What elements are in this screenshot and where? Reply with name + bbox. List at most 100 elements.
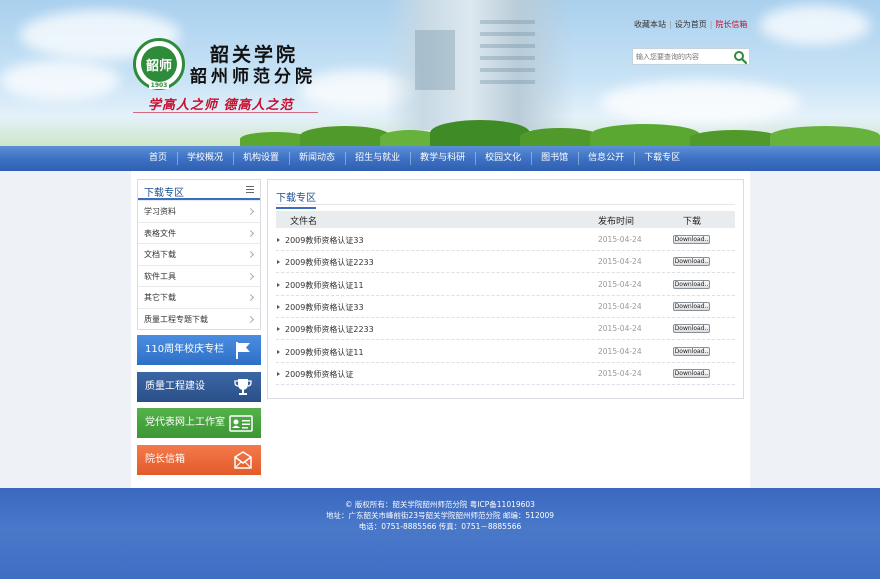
- sidebar: 下载专区 学习资料 表格文件 文档下载 软件工具 其它下载 质量工程专题下载: [137, 179, 261, 330]
- nav-item-library[interactable]: 图书馆: [531, 146, 578, 171]
- campus-building-image: [385, 0, 575, 130]
- branch-name: 韶州师范分院: [190, 67, 316, 87]
- motto-underline: [133, 112, 318, 113]
- download-button[interactable]: Download..: [673, 324, 710, 334]
- id-card-icon: [229, 415, 253, 432]
- site-footer: © 版权所有：韶关学院韶州师范分院 粤ICP备11019603 地址：广东韶关市…: [0, 488, 880, 579]
- president-mailbox-link[interactable]: 院长信箱: [712, 20, 750, 29]
- file-name-link[interactable]: 2009教师资格认证11: [285, 347, 364, 358]
- chevron-right-icon: [246, 315, 255, 323]
- party-rep-studio-banner[interactable]: 党代表网上工作室: [137, 408, 261, 438]
- bullet-icon: [277, 371, 280, 376]
- bullet-icon: [277, 304, 280, 309]
- banner-label: 110周年校庆专栏: [145, 344, 225, 355]
- top-links: 收藏本站 | 设为首页 | 院长信箱: [631, 19, 750, 30]
- sidebar-item-label: 表格文件: [144, 228, 176, 238]
- publish-date: 2015-04-24: [598, 368, 642, 378]
- file-name-link[interactable]: 2009教师资格认证: [285, 369, 353, 380]
- search-icon[interactable]: [733, 50, 747, 64]
- address-text: 地址：广东韶关市峰前街23号韶关学院韶州师范分院 邮编：512009: [325, 511, 555, 520]
- nav-item-download[interactable]: 下载专区: [634, 146, 690, 171]
- table-row: 2009教师资格认证33 2015-04-24 Download..: [276, 229, 735, 251]
- nav-item-about[interactable]: 学校概况: [177, 146, 233, 171]
- download-button[interactable]: Download..: [673, 235, 710, 244]
- bookmark-link[interactable]: 收藏本站: [631, 20, 669, 29]
- divider: [276, 204, 735, 205]
- download-button[interactable]: Download..: [673, 301, 710, 311]
- anniversary-banner[interactable]: 110周年校庆专栏: [137, 335, 261, 365]
- publish-date: 2015-04-24: [598, 257, 642, 267]
- sidebar-item-forms[interactable]: 表格文件: [138, 221, 260, 244]
- sidebar-item-label: 软件工具: [144, 271, 176, 281]
- chevron-right-icon: [246, 250, 255, 259]
- school-motto: 学高人之师 德高人之范: [148, 98, 294, 113]
- sidebar-item-software[interactable]: 软件工具: [138, 264, 260, 287]
- contact-text: 电话：0751-8885566 传真：0751－8885566: [358, 522, 522, 531]
- download-button[interactable]: Download..: [673, 257, 710, 267]
- sidebar-item-label: 质量工程专题下载: [144, 314, 208, 324]
- table-header: 文件名 发布时间 下载: [276, 211, 735, 228]
- table-row: 2009教师资格认证2233 2015-04-24 Download..: [276, 251, 735, 274]
- nav-item-culture[interactable]: 校园文化: [475, 146, 531, 171]
- nav-item-admission[interactable]: 招生与就业: [345, 146, 410, 171]
- download-button[interactable]: Download..: [673, 368, 710, 378]
- nav-item-info[interactable]: 信息公开: [578, 146, 634, 171]
- site-header: 韶师 1903 韶关学院 韶州师范分院 学高人之师 德高人之范 收藏本站 | 设为首…: [0, 0, 880, 146]
- sidebar-header: 下载专区: [138, 180, 260, 200]
- search-input[interactable]: [636, 51, 732, 63]
- tree-line: [0, 118, 880, 146]
- logo-text: 韶师: [141, 46, 177, 82]
- table-row: 2009教师资格认证11 2015-04-24 Download..: [276, 341, 735, 363]
- file-name-link[interactable]: 2009教师资格认证11: [285, 280, 364, 291]
- table-row: 2009教师资格认证 2015-04-24 Download..: [276, 363, 735, 385]
- sidebar-item-label: 其它下载: [144, 293, 176, 302]
- flag-icon: [236, 342, 250, 359]
- logo-year: 1903: [148, 82, 170, 89]
- bullet-icon: [277, 327, 280, 332]
- download-button[interactable]: Download..: [673, 279, 710, 289]
- sidebar-item-quality[interactable]: 质量工程专题下载: [138, 307, 260, 330]
- trophy-icon: [234, 379, 252, 395]
- table-row: 2009教师资格认证11 2015-04-24 Download..: [276, 274, 735, 296]
- file-name-link[interactable]: 2009教师资格认证2233: [285, 257, 374, 268]
- publish-date: 2015-04-24: [598, 235, 642, 244]
- bullet-icon: [277, 349, 280, 354]
- nav-item-home[interactable]: 首页: [139, 146, 177, 171]
- publish-date: 2015-04-24: [598, 346, 642, 356]
- bullet-icon: [277, 282, 280, 287]
- sidebar-item-other[interactable]: 其它下载: [138, 286, 260, 308]
- chevron-right-icon: [246, 229, 255, 237]
- sidebar-menu: 下载专区 学习资料 表格文件 文档下载 软件工具 其它下载 质量工程专题下载: [137, 179, 261, 330]
- sidebar-item-docs[interactable]: 文档下载: [138, 243, 260, 265]
- quality-project-banner[interactable]: 质量工程建设: [137, 372, 261, 402]
- file-name-link[interactable]: 2009教师资格认证33: [285, 235, 364, 246]
- banner-label: 院长信箱: [145, 454, 185, 465]
- download-panel: 下载专区 文件名 发布时间 下载 2009教师资格认证33 2015-04-24 D…: [267, 179, 744, 399]
- banner-label: 质量工程建设: [145, 381, 205, 392]
- sidebar-title: 下载专区: [144, 188, 184, 199]
- set-homepage-link[interactable]: 设为首页: [672, 20, 710, 29]
- school-logo[interactable]: 韶师 1903: [133, 38, 185, 90]
- nav-item-teaching[interactable]: 教学与科研: [410, 146, 475, 171]
- president-mailbox-banner[interactable]: 院长信箱: [137, 445, 261, 475]
- nav-item-departments[interactable]: 机构设置: [233, 146, 289, 171]
- copyright-text: © 版权所有：韶关学院韶州师范分院 粤ICP备11019603: [345, 500, 535, 509]
- bullet-icon: [277, 260, 280, 265]
- chevron-right-icon: [246, 293, 255, 302]
- bullet-icon: [277, 238, 280, 242]
- nav-item-news[interactable]: 新闻动态: [289, 146, 345, 171]
- panel-title: 下载专区: [276, 189, 316, 209]
- publish-date: 2015-04-24: [598, 301, 642, 311]
- file-name-link[interactable]: 2009教师资格认证33: [285, 302, 364, 313]
- sidebar-item-study[interactable]: 学习资料: [138, 200, 260, 222]
- column-header-download: 下载: [683, 217, 702, 227]
- table-row: 2009教师资格认证2233 2015-04-24 Download..: [276, 318, 735, 341]
- chevron-right-icon: [246, 272, 255, 280]
- sidebar-item-label: 学习资料: [144, 207, 176, 216]
- download-button[interactable]: Download..: [673, 346, 710, 356]
- column-header-filename: 文件名: [290, 217, 318, 227]
- sidebar-item-label: 文档下载: [144, 250, 176, 259]
- main-nav: 首页 学校概况 机构设置 新闻动态 招生与就业 教学与科研 校园文化 图书馆 信…: [0, 146, 880, 171]
- publish-date: 2015-04-24: [598, 279, 642, 289]
- file-name-link[interactable]: 2009教师资格认证2233: [285, 324, 374, 335]
